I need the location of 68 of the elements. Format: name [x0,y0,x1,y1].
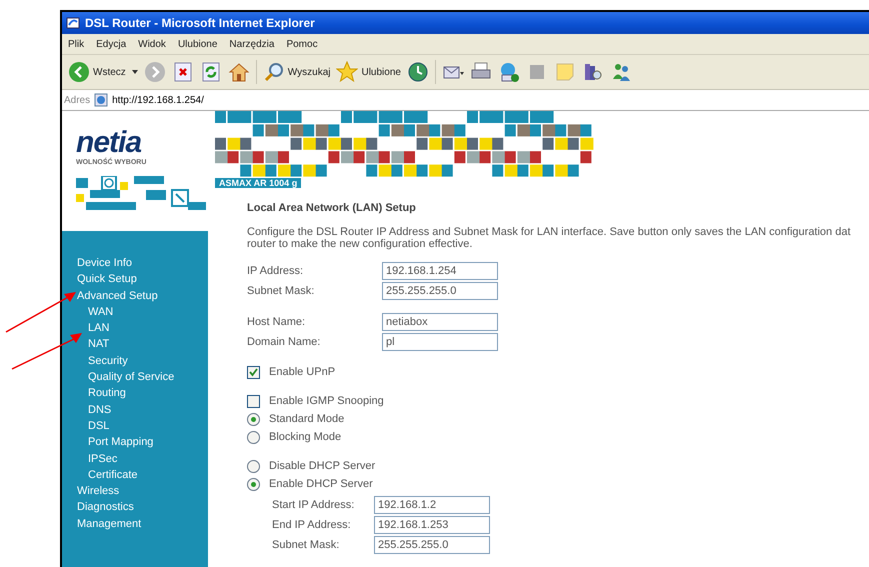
menu-item[interactable]: Ulubione [178,38,218,50]
nav-item[interactable]: Diagnostics [77,499,134,516]
input-field[interactable]: 255.255.255.0 [374,536,490,554]
input-field[interactable]: 192.168.1.2 [374,496,490,514]
checkbox-label: Enable IGMP Snooping [269,395,384,407]
nav-item[interactable]: Security [88,352,128,370]
nav-item[interactable]: Quick Setup [77,271,137,288]
nav-item[interactable]: Wireless [77,483,120,500]
page-icon [94,93,108,107]
radio-label: Enable DHCP Server [269,478,373,490]
input-field[interactable]: pl [382,333,498,351]
field-label: End IP Address: [272,519,352,531]
nav-item[interactable]: IPSec [88,450,118,467]
home-icon[interactable] [228,61,250,83]
favorites-button[interactable]: Ulubione [336,61,401,83]
nav-item[interactable]: DNS [88,402,112,418]
history-icon[interactable] [406,61,429,83]
radio-label: Blocking Mode [269,431,342,443]
menu-item[interactable]: Plik [68,38,84,50]
page-description: Configure the DSL Router IP Address and Subnet Mask for LAN interface. Save button only saves the LAN configuration dat router to make the new configuration effective. [247,226,852,250]
menu-item[interactable]: Pomoc [286,38,318,50]
input-field[interactable]: 192.168.1.254 [382,262,498,280]
nav-item[interactable]: NAT [88,336,110,353]
field-label: Subnet Mask: [247,285,316,297]
nav-item[interactable]: Advanced Setup [77,288,158,304]
menu-item[interactable]: Edycja [96,38,126,50]
radio-button[interactable] [247,460,260,472]
refresh-icon[interactable] [200,61,222,83]
field-label: Host Name: [247,316,306,328]
checkbox[interactable] [247,394,260,408]
caret-icon[interactable] [132,70,138,74]
input-field[interactable]: netiabox [382,313,498,331]
address-label: Adres [64,94,90,106]
nav-item[interactable]: Quality of Service [88,369,174,386]
search-button[interactable]: Wyszukaj [262,61,330,83]
checkbox-label: Enable UPnP [269,366,336,378]
model-label: ASMAX AR 1004 g [215,178,302,188]
nav-item[interactable]: Device Info [77,255,132,272]
nav-item[interactable]: WAN [88,304,114,320]
back-button[interactable]: Wstecz [68,61,126,83]
stop-icon[interactable] [172,61,194,83]
search-icon [262,61,285,83]
nav-item[interactable]: DSL [88,418,110,434]
field-label: IP Address: [247,265,304,277]
logo-text: netia [76,127,142,159]
nav-item[interactable]: Port Mapping [88,434,154,451]
input-field[interactable]: 255.255.255.0 [382,282,498,300]
field-label: Start IP Address: [272,499,356,511]
field-label: Domain Name: [247,336,322,348]
window-title: DSL Router - Microsoft Internet Explorer [85,16,315,30]
radio-label: Disable DHCP Server [269,460,376,472]
star-icon [336,61,358,83]
browser-icon [66,16,80,30]
radio-button[interactable] [247,430,260,444]
radio-button[interactable] [247,412,260,426]
address-field[interactable]: http://192.168.1.254/ [94,93,204,107]
input-field[interactable]: 192.168.1.253 [374,516,490,534]
nav-item[interactable]: Routing [88,385,126,402]
page-title: Local Area Network (LAN) Setup [247,202,417,214]
checkbox[interactable] [247,366,260,378]
menu-item[interactable]: Widok [138,38,166,50]
menu-item[interactable]: Narzędzia [229,38,274,50]
nav-item[interactable]: Certificate [88,466,138,484]
nav-item[interactable]: Management [77,516,142,532]
nav-item[interactable]: LAN [88,320,110,336]
radio-label: Standard Mode [269,413,344,425]
radio-button[interactable] [247,478,260,490]
field-label: Subnet Mask: [272,539,340,551]
